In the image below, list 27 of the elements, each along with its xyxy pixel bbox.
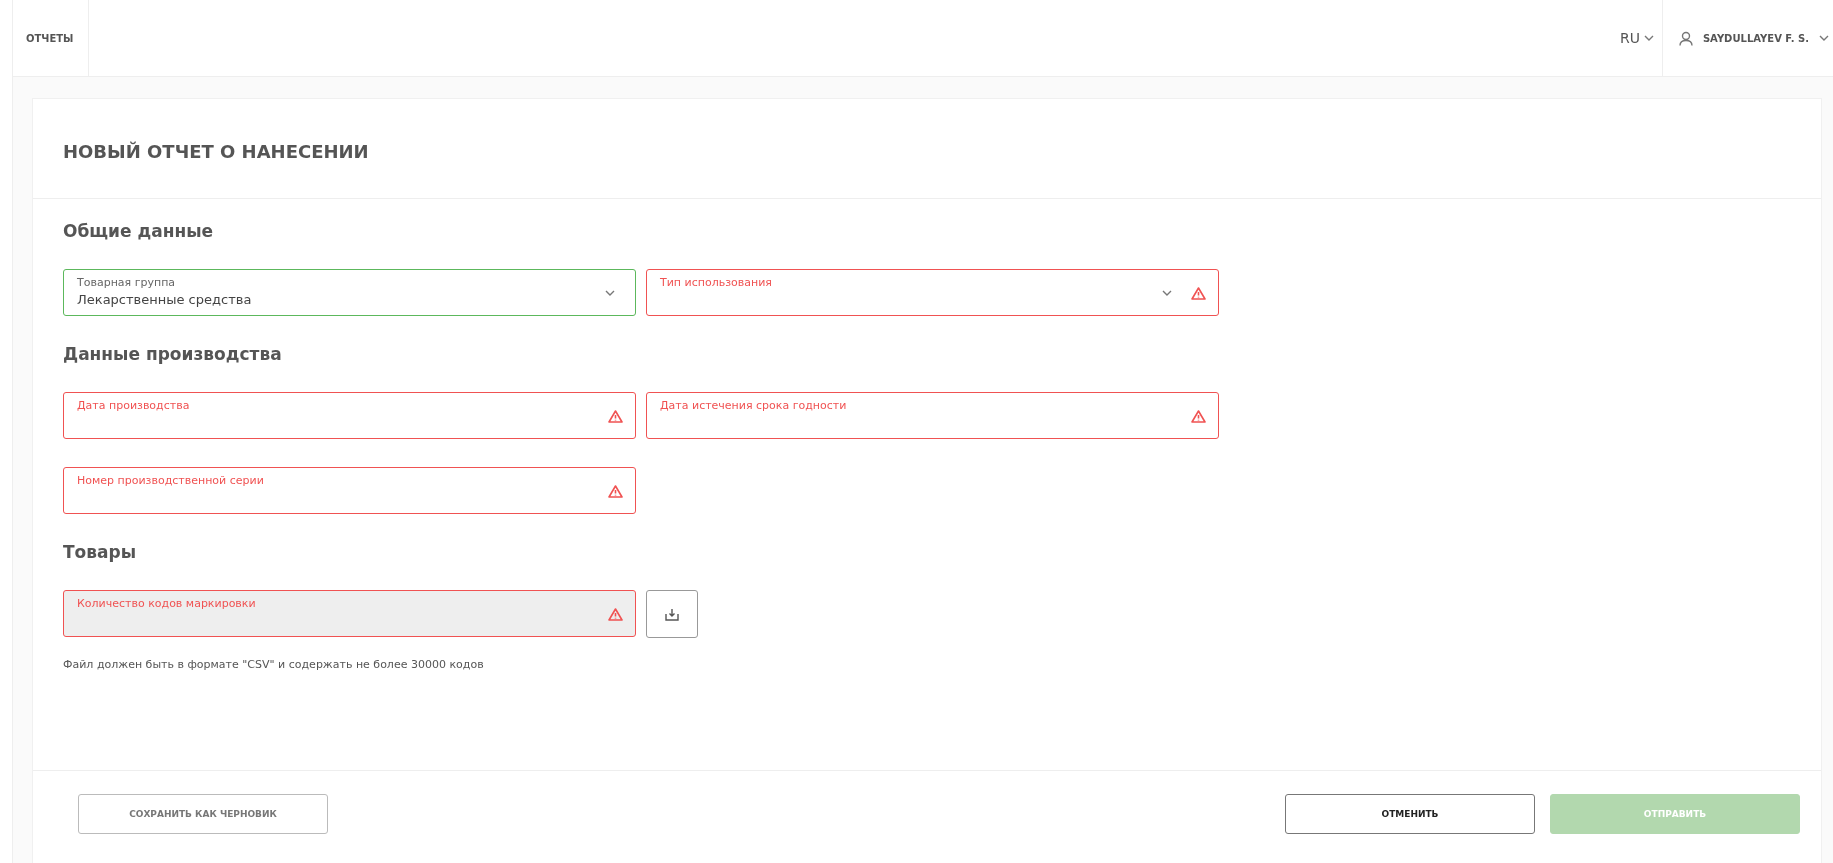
warning-icon [1191, 287, 1206, 300]
upload-button[interactable] [646, 590, 698, 638]
cancel-button[interactable]: ОТМЕНИТЬ [1285, 794, 1535, 834]
section-heading: Данные производства [63, 344, 283, 366]
chevron-icon [1643, 35, 1654, 41]
warning-icon [608, 608, 623, 621]
save-draft-button[interactable]: СОХРАНИТЬ КАК ЧЕРНОВИК [78, 794, 328, 834]
hint-text: Файл должен быть в формате "CSV" и содержать не более 30000 кодов [63, 658, 485, 671]
section-heading: Товары [63, 542, 138, 564]
input-field[interactable]: Номер производственной серии [63, 467, 636, 514]
download-icon [665, 607, 679, 621]
warning-icon [1191, 410, 1206, 423]
chevron-icon [1162, 290, 1172, 296]
chevron-icon [605, 290, 615, 296]
input-field[interactable]: Дата истечения срока годности [646, 392, 1219, 439]
warning-icon [608, 485, 623, 498]
nav-item[interactable]: ОТЧЕТЫ [13, 0, 90, 76]
user-menu[interactable]: SAYDULLAYEV F. S. [1662, 0, 1833, 76]
language-selector[interactable]: RU [1611, 0, 1663, 76]
input-field[interactable]: Дата производства [63, 392, 636, 439]
user-icon [1678, 30, 1693, 46]
form-title: НОВЫЙ ОТЧЕТ О НАНЕСЕНИИ [33, 99, 1821, 199]
warning-icon [608, 410, 623, 423]
chevron-icon [1819, 35, 1829, 41]
section-heading: Общие данные [63, 221, 215, 243]
dropdown-field[interactable]: Товарная группа Лекарственные средства [63, 269, 636, 316]
dropdown-field[interactable]: Тип использования [646, 269, 1219, 316]
